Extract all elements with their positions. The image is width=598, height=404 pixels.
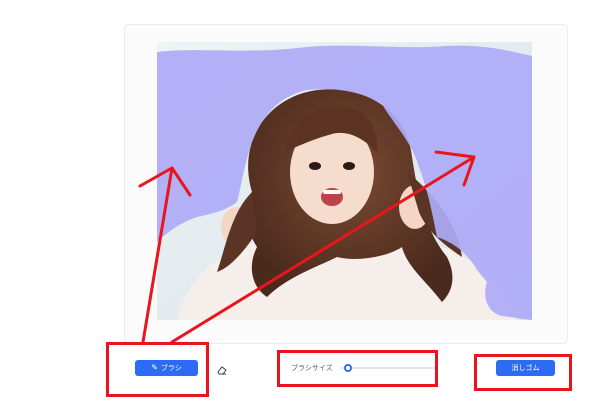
editor-stage: ✎ ブラシ ブラシサイズ 消しゴム	[0, 0, 598, 404]
eraser-icon	[217, 366, 227, 375]
annotation-box-brush	[106, 342, 209, 397]
eraser-tool-button[interactable]	[216, 361, 228, 375]
photo-image	[157, 42, 532, 320]
annotation-box-eraser	[474, 354, 572, 391]
photo-canvas[interactable]	[157, 42, 532, 320]
annotation-box-size	[277, 350, 438, 387]
